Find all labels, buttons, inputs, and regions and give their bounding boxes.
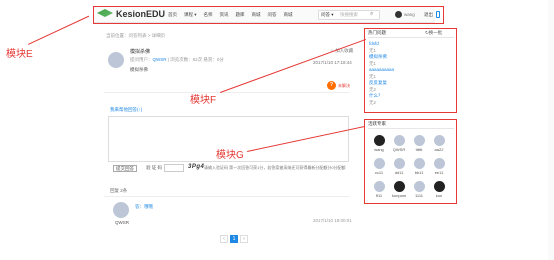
expert-name: ff11 [375,193,383,198]
captcha-input[interactable] [164,164,184,172]
expert-name: QWSR [392,147,406,152]
annotation-module-e: 模块E [6,49,33,60]
expert-avatar [373,135,385,146]
expert-name: kun [435,193,443,198]
expert-name: wang [374,147,384,152]
expert-item[interactable]: 1111 [409,181,429,198]
experts-title: 活跃专家 [368,121,386,126]
mobile-icon[interactable] [436,11,440,18]
question-avatar[interactable] [108,52,124,68]
reply-divider [104,196,350,197]
annotation-module-g: 模块G [216,150,244,161]
expert-avatar [433,135,445,146]
expert-avatar [373,181,385,192]
expert-item[interactable]: wang [369,135,389,152]
search-placeholder: 快搜搜索 [340,12,358,17]
expert-name: cc11 [374,170,384,175]
reply-time: 2017/1/10 18:00:01 [313,218,352,223]
question-meta: 提问用户：QWSR | 浏览次数：82次 悬赏：0分 [130,57,224,62]
experts-divider [368,128,454,129]
user-name[interactable]: wang [404,12,415,17]
nav-item-mall[interactable]: 商城 [252,12,261,18]
answer-note: 请输入验证码 第一次回答可获1分，若答案被采纳还可获得最新分配额分0分配额 [204,165,346,170]
expert-avatar [393,181,405,192]
site-logo[interactable]: KesionEDU [97,9,165,19]
expert-name: kunpam [391,193,407,198]
expert-item[interactable]: ff11 [369,181,389,198]
refresh-button[interactable]: ↻换一批 [425,30,442,36]
hot-question-count: 无2 [369,99,377,105]
reply-text: 答：哦哦 [135,204,153,209]
hot-divider [368,37,454,38]
expert-name: ee11 [434,170,444,175]
logo-text: KesionEDU [116,9,166,19]
question-title: 模拟杀佛 [130,49,151,55]
nav-item-teachers[interactable]: 名师 [204,12,213,18]
expert-avatar [433,181,445,192]
hot-question-link[interactable]: aaaaaaaaaa [369,67,394,74]
expert-item[interactable]: QWSR [389,135,409,152]
nav-item-courses[interactable]: 课程 ▾ [184,12,197,18]
question-time: 2017/1/10 17:18:44 [313,60,352,65]
reply-user[interactable]: QWSR [115,220,129,225]
submit-answer-button[interactable]: 提交回答 [113,165,137,172]
annotation-arrow-e [28,15,90,45]
unsolved-status: 未解决 [338,83,350,88]
expert-item[interactable]: dd11 [389,158,409,175]
search-scope-select[interactable]: 问答 ▾ [321,12,334,18]
expert-item[interactable]: bb11 [409,158,429,175]
expert-avatar [393,158,405,169]
reply-avatar[interactable] [113,202,129,218]
expert-name: aa22 [434,147,444,152]
logout-link[interactable]: 退出 [424,12,433,18]
expert-name: 1111 [414,193,423,198]
captcha-image[interactable]: 3Pg4 [188,164,204,170]
pagination: ‹ 1 › [220,235,248,243]
answer-link[interactable]: 我来帮他回答(↑) [110,107,142,113]
expert-avatar [393,135,405,146]
nav-item-qa[interactable]: 问答 [268,12,277,18]
breadcrumb: 当前位置：问答列表 > 详细页 [106,33,166,38]
expert-avatar [413,181,425,192]
logo-icon [97,9,113,17]
prev-page-button[interactable]: ‹ [220,235,228,243]
annotation-module-f: 模块F [190,95,217,106]
nav-item-home[interactable]: 首页 [168,12,177,18]
expert-avatar [413,158,425,169]
next-page-button[interactable]: › [240,235,248,243]
page-1-button[interactable]: 1 [230,235,238,243]
expert-name: tttttt [415,147,423,152]
expert-item[interactable]: cc11 [369,158,389,175]
nav-item-shop[interactable]: 商城 [284,12,293,18]
expert-item[interactable]: aa22 [429,135,449,152]
expert-name: dd11 [394,170,404,175]
search-icon[interactable]: ⌕ [370,11,373,18]
nav-item-news[interactable]: 资讯 [220,12,229,18]
expert-name: bb11 [414,170,424,175]
nav-menu: 首页 课程 ▾ 名师 资讯 题库 商城 问答 商城 [168,12,293,18]
question-user-link[interactable]: QWSR [153,57,167,62]
hot-questions-title: 热门问题 [368,30,386,35]
expert-item[interactable]: tttttt [409,135,429,152]
unsolved-badge-icon: ? [327,81,336,90]
user-avatar[interactable] [395,11,402,18]
hot-questions-list: fdsfd 无1 模拟杀佛 无1 aaaaaaaaaa 无1 反反复复 无2 什… [369,41,394,106]
expert-avatar [433,158,445,169]
vertical-scrollbar[interactable] [548,0,554,260]
reply-count: 回复 2条 [110,188,128,193]
expert-item[interactable]: kun [429,181,449,198]
expert-avatar [373,158,385,169]
question-body: 模拟杀佛 [130,67,148,72]
expert-avatar [413,135,425,146]
nav-item-question-bank[interactable]: 题库 [236,12,245,18]
expert-item[interactable]: ee11 [429,158,449,175]
expert-item[interactable]: kunpam [389,181,409,198]
captcha-label: 验 证 码 [146,165,163,170]
